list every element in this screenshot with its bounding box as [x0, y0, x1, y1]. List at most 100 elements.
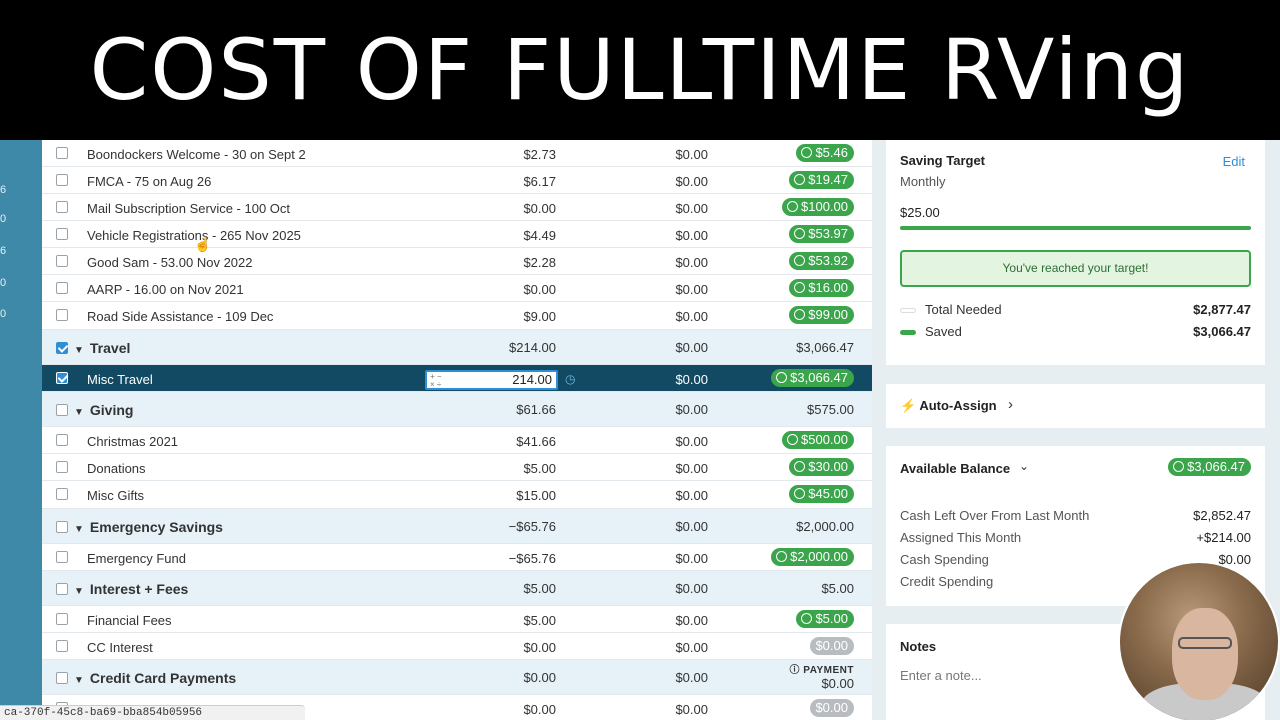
group-assigned: −$65.76	[508, 519, 556, 534]
category-row[interactable]: Boondockers Welcome - 30 on Sept 2 $2.73…	[42, 140, 872, 167]
collapse-triangle-icon[interactable]: ▼	[74, 345, 84, 356]
available-pill[interactable]: $16.00	[789, 279, 854, 297]
saved-label: Saved	[925, 324, 962, 339]
group-checkbox[interactable]	[56, 404, 68, 416]
available-pill[interactable]: $99.00	[789, 306, 854, 324]
group-activity: $0.00	[675, 519, 708, 534]
notes-input[interactable]: Enter a note...	[900, 668, 982, 683]
category-group-credit-card[interactable]: ▼ Credit Card Payments $0.00 $0.00 ⓘ PAYM…	[42, 660, 872, 695]
assigned-value[interactable]: $0.00	[523, 282, 556, 297]
available-pill[interactable]: $100.00	[782, 198, 854, 216]
category-row[interactable]: Christmas 2021 $41.66 $0.00 $500.00	[42, 427, 872, 454]
auto-assign-button[interactable]: ⚡ Auto-Assign ›	[886, 384, 1265, 428]
category-row[interactable]: Financial Fees $5.00 $0.00 $5.00	[42, 606, 872, 633]
assigned-value[interactable]: $9.00	[523, 309, 556, 324]
category-row[interactable]: Donations $5.00 $0.00 $30.00	[42, 454, 872, 481]
row-checkbox[interactable]	[56, 201, 68, 213]
category-row[interactable]: AARP - 16.00 on Nov 2021 $0.00 $0.00 $16…	[42, 275, 872, 302]
available-pill[interactable]: $2,000.00	[771, 548, 854, 566]
chevron-down-icon[interactable]: ⌄	[1019, 459, 1029, 473]
group-name[interactable]: ▼ Travel	[74, 340, 130, 356]
row-checkbox[interactable]	[56, 488, 68, 500]
collapse-triangle-icon[interactable]: ▼	[74, 524, 84, 535]
category-row[interactable]: Misc Gifts $15.00 $0.00 $45.00	[42, 481, 872, 509]
category-group-giving[interactable]: ▼ Giving $61.66 $0.00 $575.00	[42, 392, 872, 427]
check-circle-icon	[787, 201, 798, 212]
assigned-value[interactable]: $41.66	[516, 434, 556, 449]
available-pill[interactable]: $3,066.47	[771, 369, 854, 387]
assigned-value[interactable]: $0.00	[523, 640, 556, 655]
group-assigned: $0.00	[523, 670, 556, 685]
assigned-value[interactable]: $4.49	[523, 228, 556, 243]
category-row[interactable]: Emergency Fund −$65.76 $0.00 $2,000.00	[42, 544, 872, 571]
row-checkbox[interactable]	[56, 147, 68, 159]
category-group-travel[interactable]: ▼ Travel $214.00 $0.00 $3,066.47	[42, 330, 872, 365]
group-checkbox[interactable]	[56, 521, 68, 533]
row-checkbox[interactable]	[56, 228, 68, 240]
balance-line-label: Cash Spending	[900, 552, 989, 567]
available-pill[interactable]: $5.00	[796, 610, 854, 628]
category-group-emergency[interactable]: ▼ Emergency Savings −$65.76 $0.00 $2,000.…	[42, 509, 872, 544]
available-pill[interactable]: $0.00	[810, 699, 854, 717]
group-name[interactable]: ▼ Interest + Fees	[74, 581, 188, 597]
payment-indicator[interactable]: ⓘ PAYMENT $0.00	[789, 664, 854, 692]
group-name[interactable]: ▼ Emergency Savings	[74, 519, 223, 535]
group-name[interactable]: ▼ Giving	[74, 402, 133, 418]
available-pill[interactable]: $45.00	[789, 485, 854, 503]
row-checkbox[interactable]	[56, 551, 68, 563]
balance-line-value: $2,852.47	[1193, 508, 1251, 523]
edit-target-link[interactable]: Edit	[1223, 154, 1245, 169]
category-row[interactable]: Good Sam - 53.00 Nov 2022 $2.28 $0.00 $5…	[42, 248, 872, 275]
category-row[interactable]: FMCA - 75 on Aug 26 $6.17 $0.00 $19.47	[42, 167, 872, 194]
collapse-triangle-icon[interactable]: ▼	[74, 675, 84, 686]
row-checkbox[interactable]	[56, 461, 68, 473]
assigned-value[interactable]: $6.17	[523, 174, 556, 189]
assigned-value[interactable]: $5.00	[523, 461, 556, 476]
assigned-value[interactable]: $5.00	[523, 613, 556, 628]
category-name: Misc Gifts	[87, 488, 145, 503]
assigned-value[interactable]: $0.00	[523, 201, 556, 216]
group-checkbox[interactable]	[56, 342, 68, 354]
row-checkbox[interactable]	[56, 174, 68, 186]
collapse-triangle-icon[interactable]: ▼	[74, 407, 84, 418]
check-circle-icon	[794, 461, 806, 472]
group-checkbox[interactable]	[56, 672, 68, 684]
row-checkbox[interactable]	[56, 613, 68, 625]
available-pill[interactable]: $0.00	[810, 637, 854, 655]
available-pill[interactable]: $53.97	[789, 225, 854, 243]
check-circle-icon	[794, 488, 806, 499]
category-row[interactable]: Mail Subscription Service - 100 Oct $0.0…	[42, 194, 872, 221]
available-pill[interactable]: $30.00	[789, 458, 854, 476]
calculator-icon[interactable]: + − × ÷	[430, 373, 442, 389]
history-icon[interactable]: ◷	[565, 372, 575, 386]
available-pill[interactable]: $5.46	[796, 144, 854, 162]
row-checkbox[interactable]	[56, 282, 68, 294]
category-row[interactable]: Road Side Assistance - 109 Dec $9.00 $0.…	[42, 302, 872, 330]
browser-status-url: ca-370f-45c8-ba69-bba854b05956	[0, 705, 305, 720]
row-checkbox[interactable]	[56, 255, 68, 267]
row-checkbox[interactable]	[56, 640, 68, 652]
row-checkbox[interactable]	[56, 372, 68, 384]
available-pill[interactable]: $19.47	[789, 171, 854, 189]
assigned-input[interactable]: + − × ÷ 214.00	[425, 370, 558, 390]
available-pill[interactable]: $53.92	[789, 252, 854, 270]
collapse-triangle-icon[interactable]: ▼	[74, 586, 84, 597]
category-row[interactable]: Vehicle Registrations - 265 Nov 2025 $4.…	[42, 221, 872, 248]
assigned-value[interactable]: $15.00	[516, 488, 556, 503]
category-row-selected[interactable]: Misc Travel + − × ÷ 214.00 ◷ $0.00 $3,066…	[42, 365, 872, 392]
assigned-value[interactable]: $2.28	[523, 255, 556, 270]
row-checkbox[interactable]	[56, 309, 68, 321]
category-group-interest[interactable]: ▼ Interest + Fees $5.00 $0.00 $5.00	[42, 571, 872, 606]
group-name[interactable]: ▼ Credit Card Payments	[74, 670, 236, 686]
check-circle-icon	[787, 434, 798, 445]
group-checkbox[interactable]	[56, 583, 68, 595]
assigned-value[interactable]: −$65.76	[509, 551, 556, 566]
assigned-value[interactable]: $0.00	[523, 702, 556, 717]
assigned-value[interactable]: $2.73	[523, 147, 556, 162]
left-sidebar-edge: 6 0 6 0 0	[0, 140, 42, 720]
row-checkbox[interactable]	[56, 434, 68, 446]
category-name: Road Side Assistance - 109 Dec	[87, 309, 274, 324]
category-row[interactable]: CC Interest $0.00 $0.00 $0.00	[42, 633, 872, 660]
available-balance-label[interactable]: Available Balance	[900, 461, 1010, 476]
available-pill[interactable]: $500.00	[782, 431, 854, 449]
